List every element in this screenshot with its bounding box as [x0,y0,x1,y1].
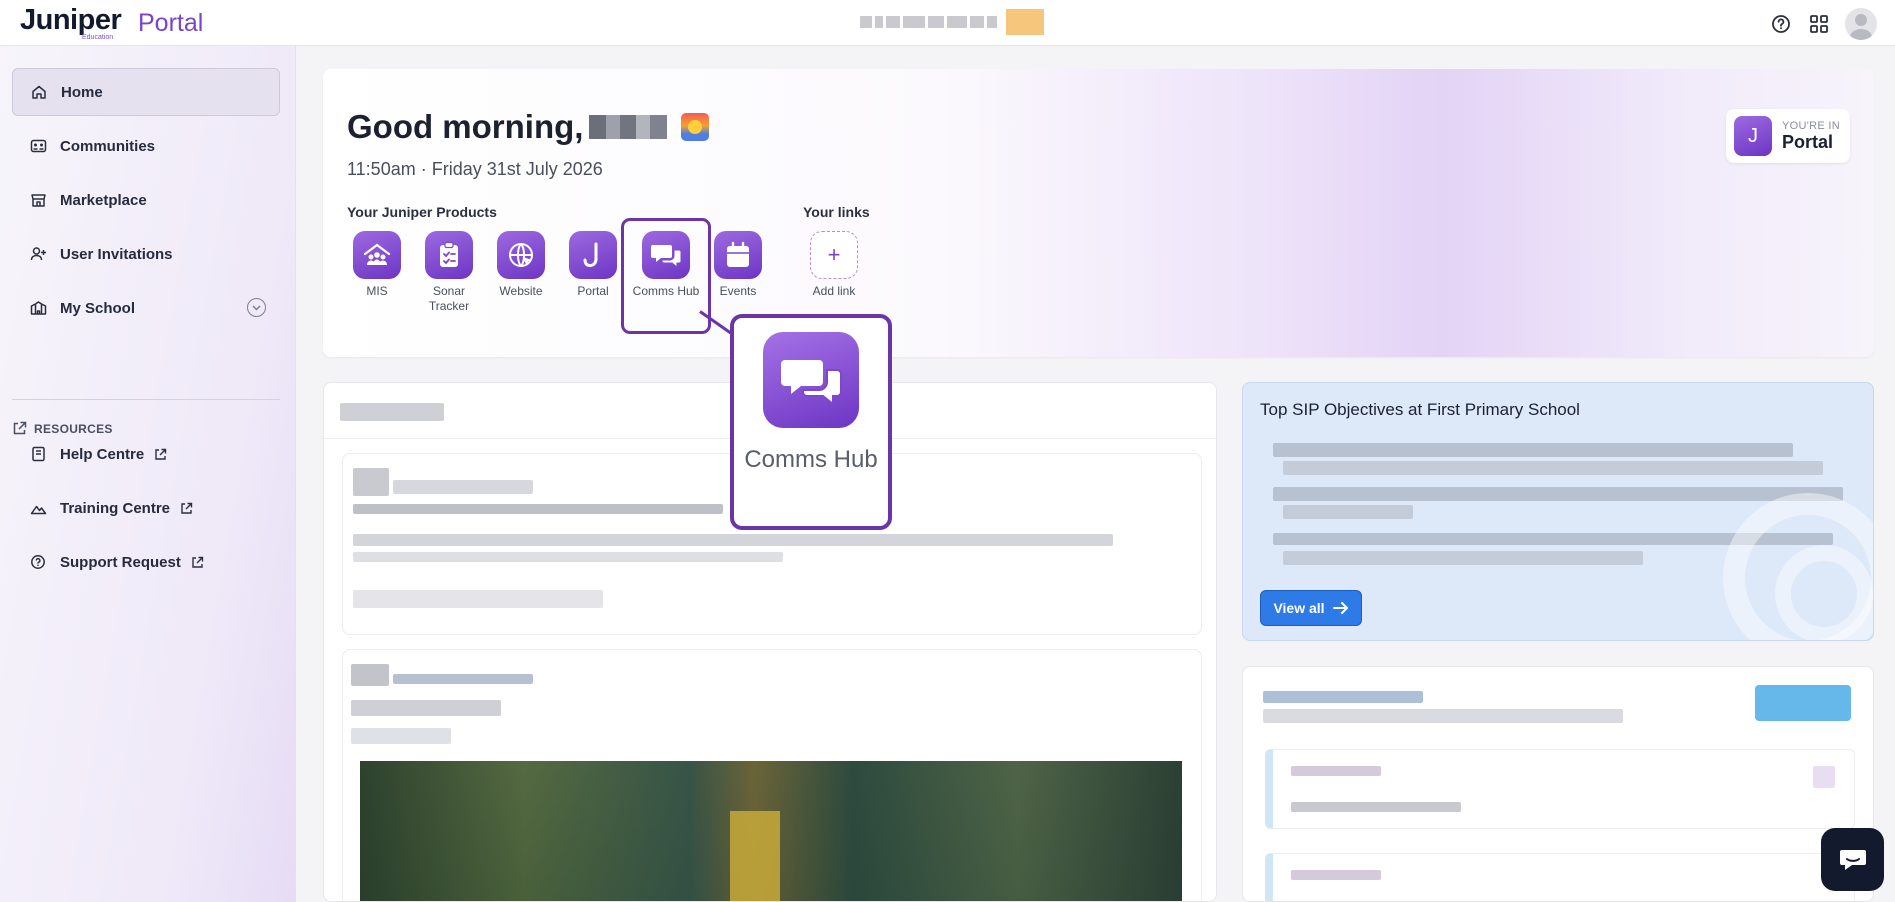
chat-bubbles-icon[interactable] [642,231,690,279]
chat-icon [1839,849,1866,870]
list-item[interactable] [1265,853,1855,901]
product-sonar-tracker[interactable]: Sonar Tracker [413,231,485,314]
school-icon [28,298,48,318]
sidebar-item-label: Home [61,83,103,101]
product-events[interactable]: Events [702,231,774,299]
sidebar: Home Communities Marketplace User Invita… [0,46,296,902]
welcome-panel: Good morning, 11:50am · Friday 31st July… [323,69,1874,357]
post-image[interactable] [360,761,1182,901]
external-link-icon [180,502,193,515]
current-app-badge: J YOU'RE IN Portal [1726,109,1850,163]
add-link-label: Add link [812,284,856,298]
product-label: Comms Hub [632,284,700,298]
product-label: Events [719,284,757,298]
comms-hub-callout: Comms Hub [730,314,892,530]
calendar-icon[interactable] [714,231,762,279]
sidebar-item-user-invitations[interactable]: User Invitations [12,230,280,278]
user-add-icon [28,244,48,264]
feed-title-redacted [340,403,444,421]
juniper-j-icon[interactable] [569,231,617,279]
links-heading: Your links [803,204,870,220]
external-link-icon [191,556,204,569]
info-card [1242,666,1874,902]
product-label: Sonar Tracker [428,284,470,313]
communities-icon [28,136,48,156]
greeting-text: Good morning, [347,108,584,145]
training-icon [28,498,48,518]
callout-label: Comms Hub [744,446,878,473]
list-item[interactable] [1265,749,1855,829]
logo-portal-text: Portal [138,9,204,37]
sidebar-item-label: Support Request [60,553,181,571]
logo-word: Juniper [20,4,122,36]
products-heading: Your Juniper Products [347,204,497,220]
mis-icon[interactable] [353,231,401,279]
sidebar-item-support-request[interactable]: Support Request [12,538,280,586]
sidebar-item-label: My School [60,299,136,317]
juniper-j-icon: J [1734,116,1772,156]
school-name-redacted [860,9,1044,35]
sidebar-item-label: User Invitations [60,245,173,263]
sidebar-item-label: Training Centre [60,499,171,517]
apps-grid-icon[interactable] [1807,12,1831,36]
home-icon [29,82,49,102]
school-logo-redacted [1006,9,1044,35]
target-icon [1723,493,1873,640]
top-bar: Juniper Education Portal [0,0,1895,46]
sidebar-item-help-centre[interactable]: Help Centre [12,430,280,478]
arrow-right-icon [1332,602,1348,614]
product-comms-hub[interactable]: Comms Hub [621,218,711,334]
product-label: MIS [366,284,388,298]
book-icon [28,444,48,464]
sidebar-item-label: Help Centre [60,445,145,463]
chevron-down-icon[interactable] [247,298,266,317]
sidebar-divider [12,399,280,400]
external-link-icon [154,448,167,461]
avatar[interactable] [1845,8,1877,40]
badge-app-name: Portal [1782,131,1834,152]
current-datetime: 11:50am · Friday 31st July 2026 [347,159,603,179]
add-link[interactable]: + Add link [798,231,870,299]
marketplace-icon [28,190,48,210]
globe-icon[interactable] [497,231,545,279]
view-all-label: View all [1273,600,1325,616]
sip-title: Top SIP Objectives at First Primary Scho… [1260,400,1580,419]
product-label: Portal [577,284,609,298]
chat-support-button[interactable] [1821,828,1884,891]
sidebar-item-training-centre[interactable]: Training Centre [12,484,280,532]
juniper-logo[interactable]: Juniper Education Portal [20,4,203,41]
badge-caption: YOU'RE IN [1782,119,1840,132]
help-icon[interactable] [1769,12,1793,36]
greeting: Good morning, [347,108,710,146]
sidebar-item-home[interactable]: Home [12,68,280,116]
sidebar-item-my-school[interactable]: My School [12,284,280,332]
product-mis[interactable]: MIS [341,231,413,299]
view-all-button[interactable]: View all [1260,590,1362,626]
sip-objectives-card: Top SIP Objectives at First Primary Scho… [1242,382,1874,641]
sidebar-item-label: Communities [60,137,156,155]
logo-subtitle: Education [82,34,114,41]
user-name-redacted [589,115,668,139]
support-icon [28,552,48,572]
product-portal[interactable]: Portal [557,231,629,299]
sunrise-icon [681,113,710,141]
chat-bubbles-icon [763,332,859,428]
sidebar-item-label: Marketplace [60,191,147,209]
sidebar-item-marketplace[interactable]: Marketplace [12,176,280,224]
sidebar-item-communities[interactable]: Communities [12,122,280,170]
product-website[interactable]: Website [485,231,557,299]
plus-icon[interactable]: + [810,231,858,279]
product-label: Website [499,284,543,298]
clipboard-icon[interactable] [425,231,473,279]
